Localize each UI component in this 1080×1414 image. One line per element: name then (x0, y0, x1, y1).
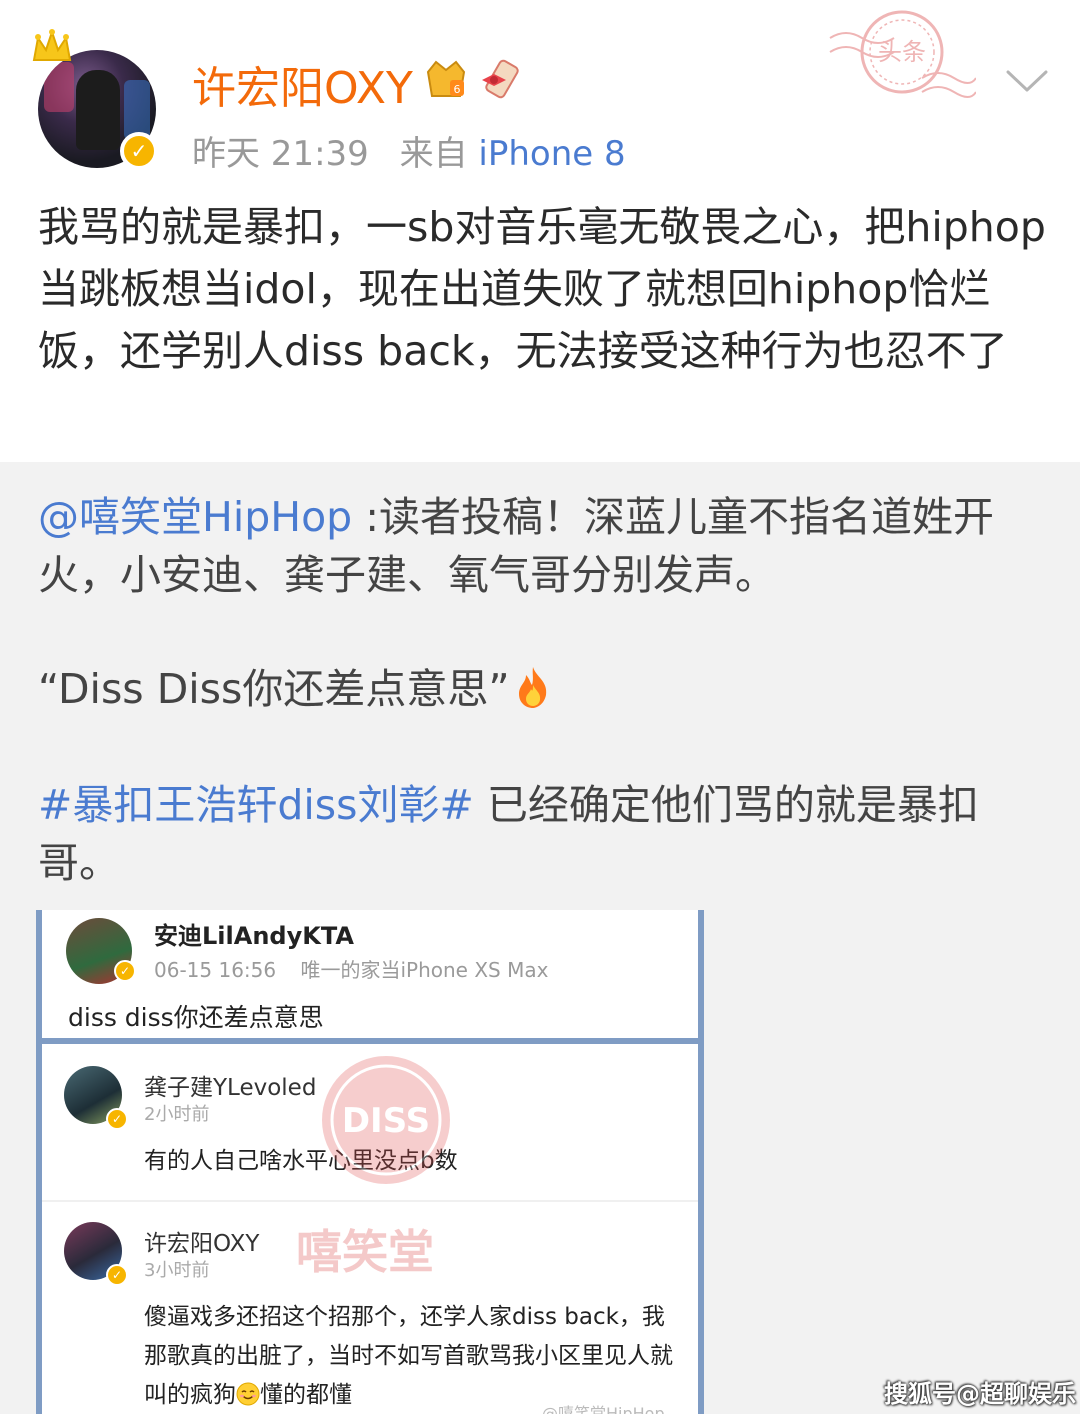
screenshot-bottom-watermark: @嘻笑堂HipHop (542, 1404, 665, 1414)
diss-watermark-icon: DISS (322, 1056, 450, 1184)
brand-watermark: 嘻笑堂 (296, 1225, 434, 1279)
source-device[interactable]: iPhone 8 (478, 134, 625, 174)
repost-tag-line: #暴扣王浩轩diss刘彰# 已经确定他们骂的就是暴扣哥。 (38, 776, 1048, 892)
screenshot-post-time: 06-15 16:56 (154, 958, 277, 982)
verified-icon: ✓ (106, 1108, 128, 1130)
screenshot-post-source: 唯一的家当iPhone XS Max (300, 958, 549, 982)
embedded-screenshot[interactable]: ✓ 安迪LilAndyKTA 06-15 16:56 唯一的家当iPhone X… (36, 910, 704, 1414)
repost-text: @嘻笑堂HipHop :读者投稿！深蓝儿童不指名道姓开火，小安迪、龚子建、氧气哥… (38, 488, 1048, 604)
comment-time: 2小时前 (144, 1104, 210, 1125)
screenshot-top-post: ✓ 安迪LilAndyKTA 06-15 16:56 唯一的家当iPhone X… (42, 910, 698, 1044)
crown-icon (32, 28, 72, 61)
comment-text-block: 傻逼戏多还招这个招那个，还学人家diss back，我那歌真的出脏了，当时不如写… (144, 1298, 684, 1414)
repost-mention[interactable]: @嘻笑堂HipHop (38, 493, 352, 541)
repost-quote-text: “Diss Diss你还差点意思” (38, 665, 510, 713)
ribbon-icon (482, 59, 519, 99)
smile-icon (236, 1382, 260, 1406)
verified-icon: ✓ (106, 1264, 128, 1286)
chevron-down-icon[interactable] (1004, 66, 1050, 96)
hashtag-link[interactable]: #暴扣王浩轩diss刘彰# (38, 781, 474, 829)
screenshot-post-text: diss diss你还差点意思 (68, 1003, 324, 1032)
screenshot-post-name: 安迪LilAndyKTA (154, 922, 354, 950)
vip-icon: 6 (426, 60, 466, 97)
source-prefix: 来自 (399, 134, 468, 174)
comment-text-tail: 懂的都懂 (260, 1382, 352, 1408)
post-time: 昨天 21:39 (192, 134, 369, 174)
post-text: 我骂的就是暴扣，一sb对音乐毫无敬畏之心，把hiphop当跳板想当idol，现在… (38, 203, 1046, 375)
verified-icon: ✓ (120, 132, 158, 170)
svg-text:6: 6 (454, 83, 461, 96)
comment-text: 傻逼戏多还招这个招那个，还学人家diss back，我那歌真的出脏了，当时不如写… (144, 1304, 673, 1408)
comment-author: 许宏阳OXY (144, 1231, 260, 1257)
repost-quote: “Diss Diss你还差点意思” (38, 660, 552, 718)
footer-watermark: 搜狐号@超聊娱乐 (884, 1380, 1076, 1408)
username[interactable]: 许宏阳OXY (192, 52, 413, 116)
weibo-post-card: ✓ 许宏阳OXY 6 昨天 21:39 来自 iPhone 8 头条 我骂的就是… (0, 0, 1080, 462)
fire-icon (518, 667, 546, 708)
diss-watermark-text: DISS (342, 1101, 430, 1141)
user-avatar[interactable]: ✓ (32, 28, 158, 170)
post-meta: 昨天 21:39 来自 iPhone 8 (192, 126, 626, 175)
verified-icon: ✓ (114, 960, 136, 982)
screenshot-post-meta: 06-15 16:56 唯一的家当iPhone XS Max (154, 954, 548, 983)
stamp-text: 头条 (878, 38, 926, 66)
stamp-icon: 头条 (829, 10, 976, 98)
comment-author: 龚子建YLevoled (144, 1075, 317, 1101)
comment-time: 3小时前 (144, 1260, 210, 1281)
